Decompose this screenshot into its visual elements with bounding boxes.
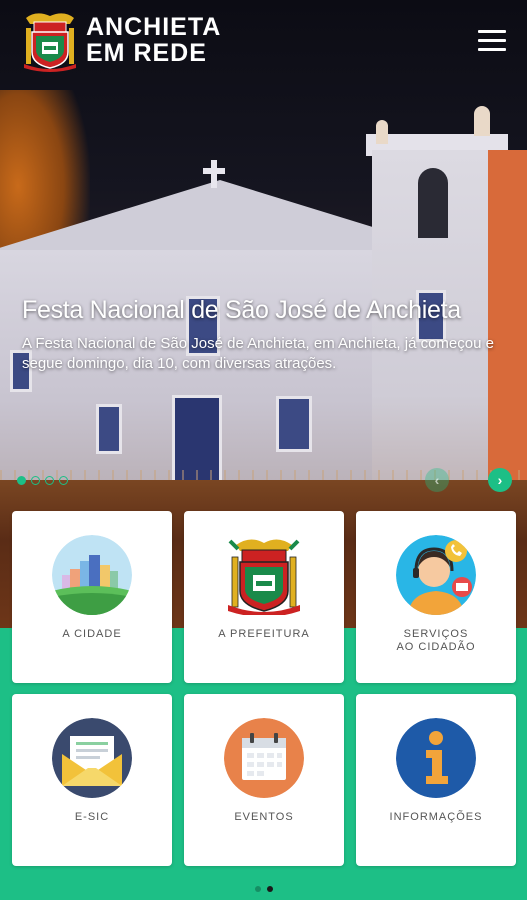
chevron-left-icon[interactable]: ‹: [425, 468, 449, 492]
tile-label: E-SIC: [74, 811, 110, 823]
city-icon: [52, 535, 132, 615]
page-dot[interactable]: [255, 886, 261, 892]
tile-informacoes[interactable]: INFORMAÇÕES: [356, 694, 516, 866]
slide-indicators: [17, 476, 68, 485]
cross-icon: [211, 160, 217, 188]
menu-bar: [478, 48, 506, 51]
tower-ornament: [474, 106, 490, 136]
info-icon: [396, 718, 476, 798]
app-header: ANCHIETA EM REDE: [0, 0, 527, 80]
support-agent-icon: [396, 535, 476, 615]
chevron-right-icon[interactable]: ›: [488, 468, 512, 492]
coat-of-arms-icon: [228, 539, 300, 615]
tile-label: A CIDADE: [62, 628, 122, 640]
tile-servicos-ao-cidadao[interactable]: SERVIÇOS AO CIDADÃO: [356, 511, 516, 683]
brand-line-1: ANCHIETA: [86, 13, 222, 41]
envelope-icon: [52, 718, 132, 798]
tile-a-cidade[interactable]: A CIDADE: [12, 511, 172, 683]
page-indicator: [255, 886, 273, 892]
tile-e-sic[interactable]: E-SIC: [12, 694, 172, 866]
tile-label: INFORMAÇÕES: [389, 811, 483, 823]
slide-dot[interactable]: [59, 476, 68, 485]
slide-title[interactable]: Festa Nacional de São José de Anchieta: [22, 296, 512, 325]
menu-bar: [478, 39, 506, 42]
bell-window: [418, 168, 448, 238]
menu-bar: [478, 30, 506, 33]
hamburger-menu-icon[interactable]: [478, 30, 506, 52]
brand-title: ANCHIETA EM REDE: [86, 14, 221, 66]
tower-ornament: [376, 120, 388, 144]
tile-label: SERVIÇOS AO CIDADÃO: [396, 628, 476, 653]
page-dot[interactable]: [267, 886, 273, 892]
slide-dot[interactable]: [31, 476, 40, 485]
coat-of-arms-icon[interactable]: [22, 10, 78, 72]
slide-dot[interactable]: [45, 476, 54, 485]
tile-label: EVENTOS: [234, 811, 294, 823]
tile-a-prefeitura[interactable]: A PREFEITURA: [184, 511, 344, 683]
church-window: [276, 396, 312, 452]
slide-description: A Festa Nacional de São José de Anchieta…: [22, 335, 494, 372]
calendar-icon: [224, 718, 304, 798]
cross-icon-bar: [203, 168, 225, 174]
slide-dot[interactable]: [17, 476, 26, 485]
tile-label: A PREFEITURA: [218, 628, 310, 640]
brand-line-2: EM REDE: [86, 39, 207, 67]
church-window: [96, 404, 122, 454]
tile-eventos[interactable]: EVENTOS: [184, 694, 344, 866]
tower-side: [488, 150, 527, 500]
